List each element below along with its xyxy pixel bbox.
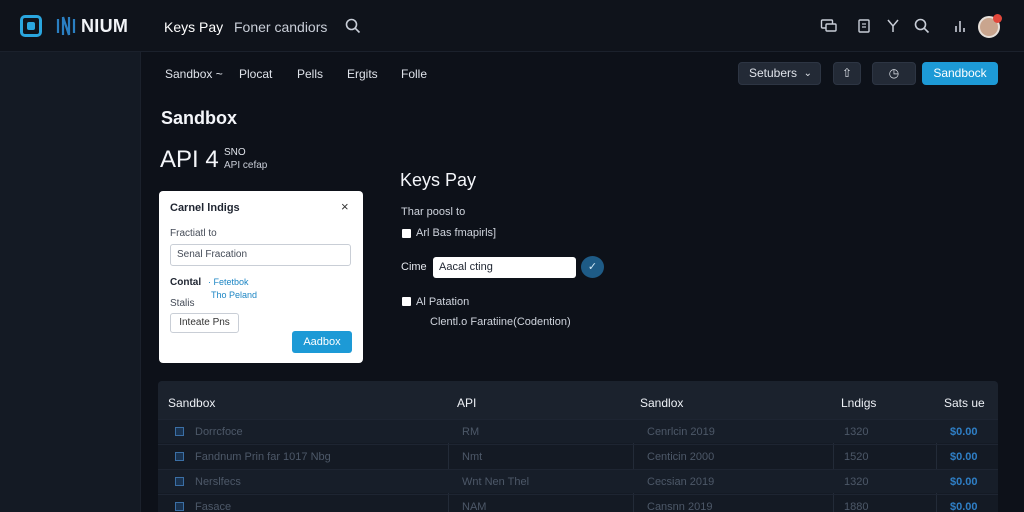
- card-title: Carnel lndigs: [170, 202, 240, 214]
- brand-logo-icon: [56, 16, 76, 36]
- chat-icon[interactable]: [820, 17, 838, 35]
- form-note: Clentl.o Faratiine(Codention): [430, 316, 571, 328]
- bookmark-icon[interactable]: [855, 17, 873, 35]
- form-intro: Thar poosl to: [401, 206, 466, 218]
- top-bar: NIUM Keys Pay Foner candiors: [0, 0, 1024, 52]
- form-checkbox-1-label: Arl Bas fmapirls]: [416, 227, 497, 239]
- cell-sandbox: Centicin 2000: [647, 451, 715, 463]
- subnav-ergits[interactable]: Ergits: [347, 67, 378, 81]
- app-logo-icon[interactable]: [20, 15, 42, 37]
- check-icon: ✓: [587, 261, 598, 273]
- settings-card: Carnel lndigs × Fractiatl to Senal Fraca…: [159, 191, 363, 363]
- column-header-sats-ue[interactable]: Sats ue: [944, 396, 985, 410]
- cell-value: $0.00: [950, 426, 978, 438]
- column-header-api[interactable]: API: [457, 396, 476, 410]
- cell-sandbox: Cenrlcin 2019: [647, 426, 715, 438]
- brand-name: NIUM: [81, 16, 129, 36]
- form-title: Keys Pay: [400, 170, 477, 190]
- column-header-sandbox[interactable]: Sandbox: [168, 396, 215, 410]
- column-header-sandlox[interactable]: Sandlox: [640, 396, 683, 410]
- analytics-icon[interactable]: [951, 17, 969, 35]
- table-row[interactable]: Nerslfecs Wnt Nen Thel Cecsian 2019 1320…: [158, 469, 998, 493]
- confirm-check-button[interactable]: ✓: [581, 256, 604, 278]
- cell-api: Nmt: [462, 451, 483, 463]
- setubers-dropdown[interactable]: Setubers ⌄: [738, 62, 821, 85]
- chevron-down-icon: ⌄: [803, 68, 812, 79]
- search-global-icon[interactable]: [913, 17, 931, 35]
- subnav-sandbox[interactable]: Sandbox ~: [165, 67, 223, 81]
- row-checkbox[interactable]: [175, 427, 184, 436]
- card-submit-button[interactable]: Aadbox: [292, 331, 352, 353]
- left-sidebar: [0, 52, 141, 512]
- setubers-label: Setubers: [749, 66, 798, 80]
- cell-value: $0.00: [950, 476, 978, 488]
- form-checkbox-2-label: Al Patation: [416, 296, 470, 308]
- card-field1-label: Fractiatl to: [170, 228, 217, 239]
- form-checkbox-1[interactable]: [402, 229, 411, 238]
- cell-name: Nerslfecs: [195, 476, 241, 488]
- cell-value: $0.00: [950, 501, 978, 512]
- cell-value: $0.00: [950, 451, 978, 463]
- cell-lndigs: 1880: [844, 501, 869, 512]
- card-field1-input[interactable]: Senal Fracation: [170, 244, 351, 266]
- table-body: Dorrcfoce RM Cenrlcin 2019 1320 $0.00 Fa…: [158, 419, 998, 512]
- page-title: Sandbox: [161, 108, 238, 128]
- form-checkbox-2[interactable]: [402, 297, 411, 306]
- card-link-peland[interactable]: Tho Peland: [211, 290, 257, 300]
- api-version-label: API 4: [160, 146, 219, 173]
- cell-api: NAM: [462, 501, 487, 512]
- close-icon[interactable]: ×: [341, 199, 349, 214]
- subnav-folle[interactable]: Folle: [401, 67, 427, 81]
- cell-lndigs: 1320: [844, 476, 869, 488]
- table-row[interactable]: Fandnum Prin far 1017 Nbg Nmt Centicin 2…: [158, 444, 998, 468]
- cell-api: Wnt Nen Thel: [462, 476, 530, 488]
- cell-name: Dorrcfoce: [195, 426, 243, 438]
- upload-icon: ⇧: [841, 66, 853, 80]
- cell-name: Fasace: [195, 501, 232, 512]
- card-link-facebook[interactable]: · Fetetbok: [208, 277, 249, 287]
- card-status-label: Stalis: [170, 298, 195, 309]
- form-input-label: Cime: [401, 261, 427, 273]
- upload-button[interactable]: ⇧: [833, 62, 861, 85]
- form-text-input[interactable]: Aacal cting: [433, 257, 576, 278]
- cell-sandbox: Cecsian 2019: [647, 476, 715, 488]
- card-contact-label: Contal: [170, 277, 202, 288]
- api-version-sub: API cefap: [224, 160, 268, 171]
- table-header: Sandbox API Sandlox Lndigs Sats ue: [158, 381, 998, 419]
- cell-lndigs: 1520: [844, 451, 869, 463]
- tab-foner-candiors[interactable]: Foner candiors: [234, 19, 327, 35]
- column-header-lndigs[interactable]: Lndigs: [841, 396, 876, 410]
- data-table: Sandbox API Sandlox Lndigs Sats ue Dorrc…: [158, 381, 998, 512]
- history-button[interactable]: ◷: [872, 62, 916, 85]
- row-checkbox[interactable]: [175, 452, 184, 461]
- notification-badge: [993, 14, 1002, 23]
- sandbox-primary-button[interactable]: Sandbock: [922, 62, 998, 85]
- table-row[interactable]: Fasace NAM Cansnn 2019 1880 $0.00: [158, 494, 998, 512]
- search-icon[interactable]: [344, 17, 362, 35]
- subnav-plocat[interactable]: Plocat: [239, 67, 272, 81]
- card-status-input[interactable]: Inteate Pns: [170, 313, 239, 333]
- cell-name: Fandnum Prin far 1017 Nbg: [195, 451, 331, 463]
- cell-lndigs: 1320: [844, 426, 869, 438]
- cell-sandbox: Cansnn 2019: [647, 501, 713, 512]
- cell-api: RM: [462, 426, 480, 438]
- api-version-sup: SNO: [224, 147, 246, 158]
- subnav-pells[interactable]: Pells: [297, 67, 323, 81]
- filter-icon[interactable]: [884, 17, 902, 35]
- tab-keys-pay[interactable]: Keys Pay: [164, 19, 223, 35]
- row-checkbox[interactable]: [175, 477, 184, 486]
- clock-icon: ◷: [888, 66, 900, 80]
- table-row[interactable]: Dorrcfoce RM Cenrlcin 2019 1320 $0.00: [158, 419, 998, 443]
- row-checkbox[interactable]: [175, 502, 184, 511]
